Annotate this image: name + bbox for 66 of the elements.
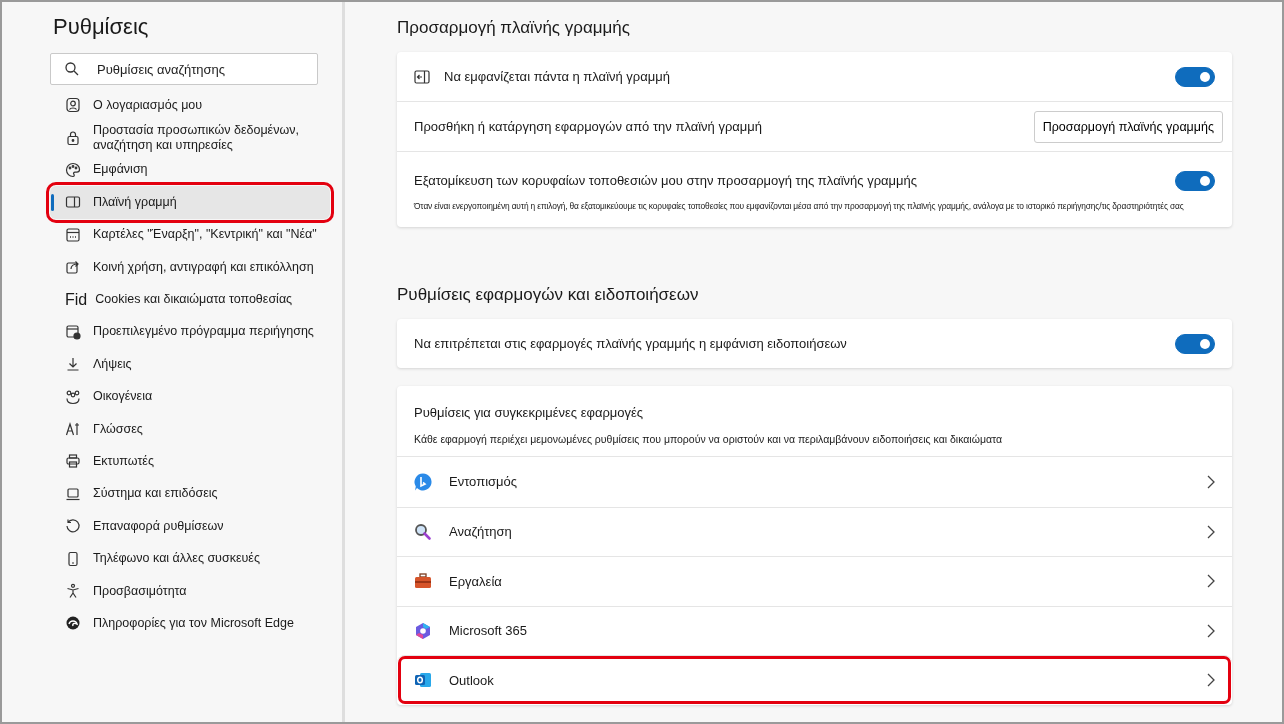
ring-logo-icon — [413, 620, 433, 641]
sidebar-icon — [65, 194, 81, 211]
account-icon — [65, 97, 81, 114]
chevron-right-icon — [1207, 574, 1215, 589]
settings-title: Ρυθμίσεις — [53, 14, 150, 40]
sidebar-item[interactable]: Ο λογαριασμός μου — [50, 89, 330, 122]
sidebar-item[interactable]: Οικογένεια — [50, 380, 330, 413]
chat-bubble-icon — [413, 471, 433, 492]
sidebar-item[interactable]: Κοινή χρήση, αντιγραφή και επικόλληση — [50, 250, 330, 284]
chevron-right-icon — [1207, 524, 1215, 539]
setting-label: Εξατομίκευση των κορυφαίων τοποθεσιών μου στην προσαρμογή της πλαϊνής γραμμής — [414, 173, 919, 188]
chevron-right-icon — [1207, 623, 1215, 638]
toggle-switch[interactable] — [1175, 170, 1215, 191]
chevron-right-icon — [1207, 474, 1215, 489]
icon-text: Fid — [65, 289, 88, 310]
app-name: Εργαλεία — [449, 573, 503, 589]
download-icon — [65, 356, 81, 373]
printer-icon — [65, 453, 81, 470]
app-name: Εντοπισμός — [449, 474, 519, 490]
sidebar-item[interactable]: Επαναφορά ρυθμίσεων — [50, 510, 330, 543]
app-name: Microsoft 365 — [449, 623, 529, 639]
tabs-icon — [65, 226, 81, 243]
browser-icon — [65, 323, 81, 340]
setting-label: Να επιτρέπεται στις εφαρμογές πλαϊνής γραμμής η εμφάνιση ειδοποιήσεων — [414, 336, 848, 351]
palette-icon — [65, 161, 81, 178]
search-field[interactable]: Ρυθμίσεις αναζήτησης — [50, 53, 318, 85]
sidebar-item[interactable]: Εκτυπωτές — [50, 445, 330, 478]
sidebar-item[interactable]: Προεπιλεγμένο πρόγραμμα περιήγησης — [50, 315, 330, 349]
toggle-switch[interactable] — [1175, 333, 1215, 354]
lock-icon — [65, 129, 81, 146]
sidebar-item[interactable]: Fid Cookies και δικαιώματα τοποθεσίας — [50, 283, 330, 316]
sidebar-item[interactable]: Γλώσσες — [50, 412, 330, 446]
sidebar-item[interactable]: Προστασία προσωπικών δεδομένων, αναζήτηση και υπηρεσίες — [50, 121, 330, 154]
chevron-right-icon — [1207, 673, 1215, 688]
app-row[interactable]: Εντοπισμός — [397, 457, 1232, 507]
app-name: Αναζήτηση — [449, 524, 513, 540]
magnifier-icon — [413, 521, 433, 542]
group-description: Κάθε εφαρμογή περιέχει μεμονωμένες ρυθμίσεις που μπορούν να οριστούν και να περιλαμβάνουν ειδοποιήσεις και δικαιώματα — [414, 433, 1004, 445]
group-title: Ρυθμίσεις για συγκεκριμένες εφαρμογές — [414, 405, 645, 420]
app-row[interactable]: Εργαλεία — [397, 556, 1232, 606]
app-row[interactable]: Αναζήτηση — [397, 506, 1232, 556]
section-heading: Ρυθμίσεις εφαρμογών και ειδοποιήσεων — [397, 285, 700, 305]
sidebar-item[interactable]: Πληροφορίες για τον Microsoft Edge — [50, 607, 330, 640]
sidebar-item[interactable]: Τηλέφωνο και άλλες συσκευές — [50, 542, 330, 575]
language-icon — [65, 421, 81, 438]
access-icon — [65, 583, 81, 600]
sidebar-icon — [414, 69, 430, 84]
family-icon — [65, 388, 81, 405]
app-name: Outlook — [449, 672, 495, 688]
setting-label: Προσθήκη ή κατάργηση εφαρμογών από την πλαϊνή γραμμή — [414, 119, 764, 134]
reset-icon — [65, 518, 81, 535]
setting-description: Όταν είναι ενεργοποιημένη αυτή η επιλογή, θα εξατομικεύουμε τις κορυφαίες τοποθεσίες που εμφανίζονται μέσα από την προσαρμογή της πλαϊνής γραμμής, ανάλογα με το ιστορικό περιήγησης/τις δραστηριότητές σας — [414, 200, 1185, 211]
app-row[interactable]: Microsoft 365 — [397, 605, 1232, 655]
sidebar-item[interactable]: Λήψεις — [50, 348, 330, 381]
sidebar-item[interactable]: Εμφάνιση — [50, 153, 330, 187]
phone-icon — [65, 550, 81, 567]
section-heading: Προσαρμογή πλαϊνής γραμμής — [397, 18, 631, 38]
setting-label: Να εμφανίζεται πάντα η πλαϊνή γραμμή — [444, 69, 671, 84]
laptop-icon — [65, 485, 81, 502]
sidebar-item[interactable]: Προσβασιμότητα — [50, 574, 330, 608]
customize-button[interactable]: Προσαρμογή πλαϊνής γραμμής — [1033, 110, 1223, 143]
toggle-switch[interactable] — [1175, 66, 1215, 87]
share-icon — [65, 259, 81, 276]
app-row[interactable]: Outlook — [397, 655, 1232, 705]
sidebar-item[interactable]: Καρτέλες "Έναρξη", "Κεντρική" και "Νέα" — [50, 218, 330, 251]
sidebar-item[interactable]: Σύστημα και επιδόσεις — [50, 477, 330, 511]
